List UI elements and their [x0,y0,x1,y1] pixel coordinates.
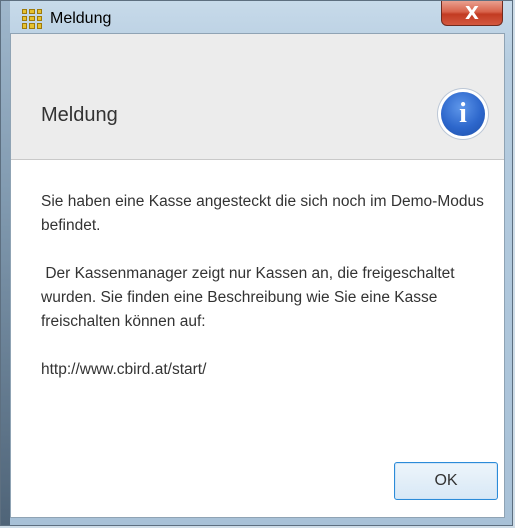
message-link[interactable]: http://www.cbird.at/start/ [41,358,501,382]
message-paragraph-info: Der Kassenmanager zeigt nur Kassen an, d… [41,265,459,330]
title-bar[interactable]: Meldung X [10,1,503,33]
window-title: Meldung [50,9,112,27]
message-paragraph-demo: Sie haben eine Kasse angesteckt die sich… [41,193,484,234]
dialog-header: Meldung i [11,34,504,160]
dialog-window: Meldung X Meldung i Sie haben eine Kasse… [0,0,513,526]
close-button[interactable]: X [441,1,503,26]
close-icon: X [465,2,479,24]
message-text: Sie haben eine Kasse angesteckt die sich… [41,190,501,382]
window-frame-edge [1,1,10,525]
grid-app-icon [22,8,42,29]
info-icon: i [441,92,485,136]
dialog-header-title: Meldung [41,104,118,126]
ok-button[interactable]: OK [394,462,498,500]
dialog-content: Meldung i Sie haben eine Kasse angesteck… [10,33,505,518]
